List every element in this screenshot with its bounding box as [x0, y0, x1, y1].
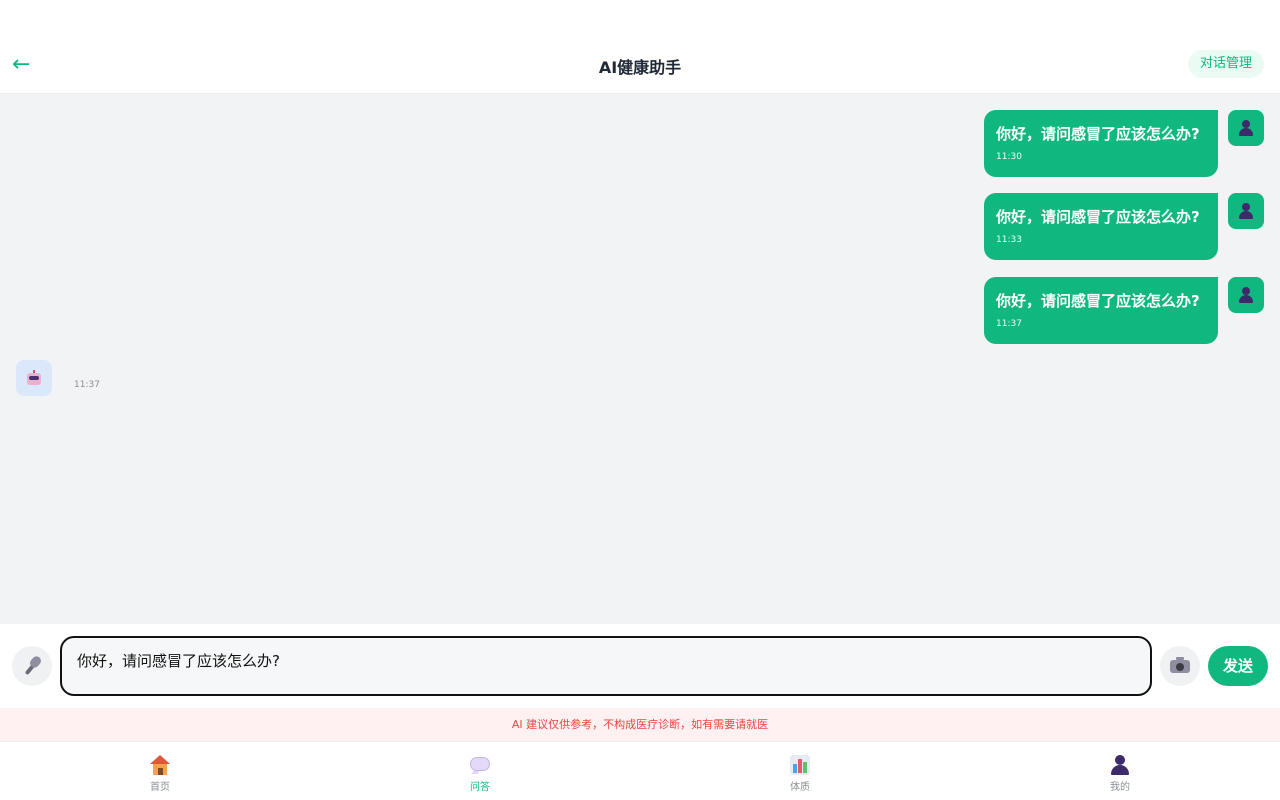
message-composer: 你好，请问感冒了应该怎么办? 发送	[0, 624, 1280, 708]
tab-profile[interactable]: 我的	[960, 742, 1280, 800]
send-button[interactable]: 发送	[1208, 646, 1268, 686]
message-text: 你好，请问感冒了应该怎么办?	[996, 125, 1200, 143]
tab-home[interactable]: 首页	[0, 742, 320, 800]
user-icon	[1238, 120, 1254, 136]
user-avatar	[1228, 110, 1264, 146]
chat-bubble-icon	[469, 754, 491, 776]
user-message-bubble[interactable]: 你好，请问感冒了应该怎么办? 11:33	[984, 193, 1218, 260]
tab-label: 体质	[790, 782, 810, 793]
camera-button[interactable]	[1160, 646, 1200, 686]
user-icon	[1238, 203, 1254, 219]
camera-icon	[1170, 656, 1190, 673]
message-text: 你好，请问感冒了应该怎么办?	[996, 292, 1200, 310]
user-message-bubble[interactable]: 你好，请问感冒了应该怎么办? 11:30	[984, 110, 1218, 177]
user-message-bubble[interactable]: 你好，请问感冒了应该怎么办? 11:37	[984, 277, 1218, 344]
microphone-icon	[22, 654, 43, 676]
ai-message: 11:37	[16, 360, 100, 396]
user-message: 你好，请问感冒了应该怎么办? 11:33	[984, 193, 1264, 260]
user-icon	[1109, 754, 1131, 776]
user-message: 你好，请问感冒了应该怎么办? 11:37	[984, 277, 1264, 344]
message-time: 11:37	[74, 380, 100, 390]
robot-icon	[25, 370, 43, 386]
home-icon	[149, 754, 171, 776]
user-message: 你好，请问感冒了应该怎么办? 11:30	[984, 110, 1264, 177]
chat-area[interactable]: 你好，请问感冒了应该怎么办? 11:30 你好，请问感冒了应该怎么办? 11:3…	[0, 94, 1280, 624]
tab-constitution[interactable]: 体质	[640, 742, 960, 800]
message-text: 你好，请问感冒了应该怎么办?	[996, 208, 1200, 226]
tab-label: 首页	[150, 782, 170, 793]
tab-label: 问答	[470, 782, 490, 793]
conversation-manage-button[interactable]: 对话管理	[1187, 50, 1264, 78]
bottom-tab-bar: 首页 问答 体质 我的	[0, 741, 1280, 800]
message-time: 11:30	[996, 152, 1022, 162]
page-title: AI健康助手	[598, 58, 682, 77]
bar-chart-icon	[789, 754, 811, 776]
user-avatar	[1228, 277, 1264, 313]
tab-qa[interactable]: 问答	[320, 742, 640, 800]
user-avatar	[1228, 193, 1264, 229]
message-input[interactable]: 你好，请问感冒了应该怎么办?	[60, 636, 1152, 696]
ai-avatar	[16, 360, 52, 396]
microphone-button[interactable]	[12, 646, 52, 686]
disclaimer-banner: AI 建议仅供参考，不构成医疗诊断，如有需要请就医	[0, 708, 1280, 741]
message-time: 11:33	[996, 235, 1022, 245]
app-header: ← AI健康助手 对话管理	[0, 0, 1280, 94]
tab-label: 我的	[1110, 782, 1130, 793]
user-icon	[1238, 287, 1254, 303]
message-time: 11:37	[996, 319, 1022, 329]
